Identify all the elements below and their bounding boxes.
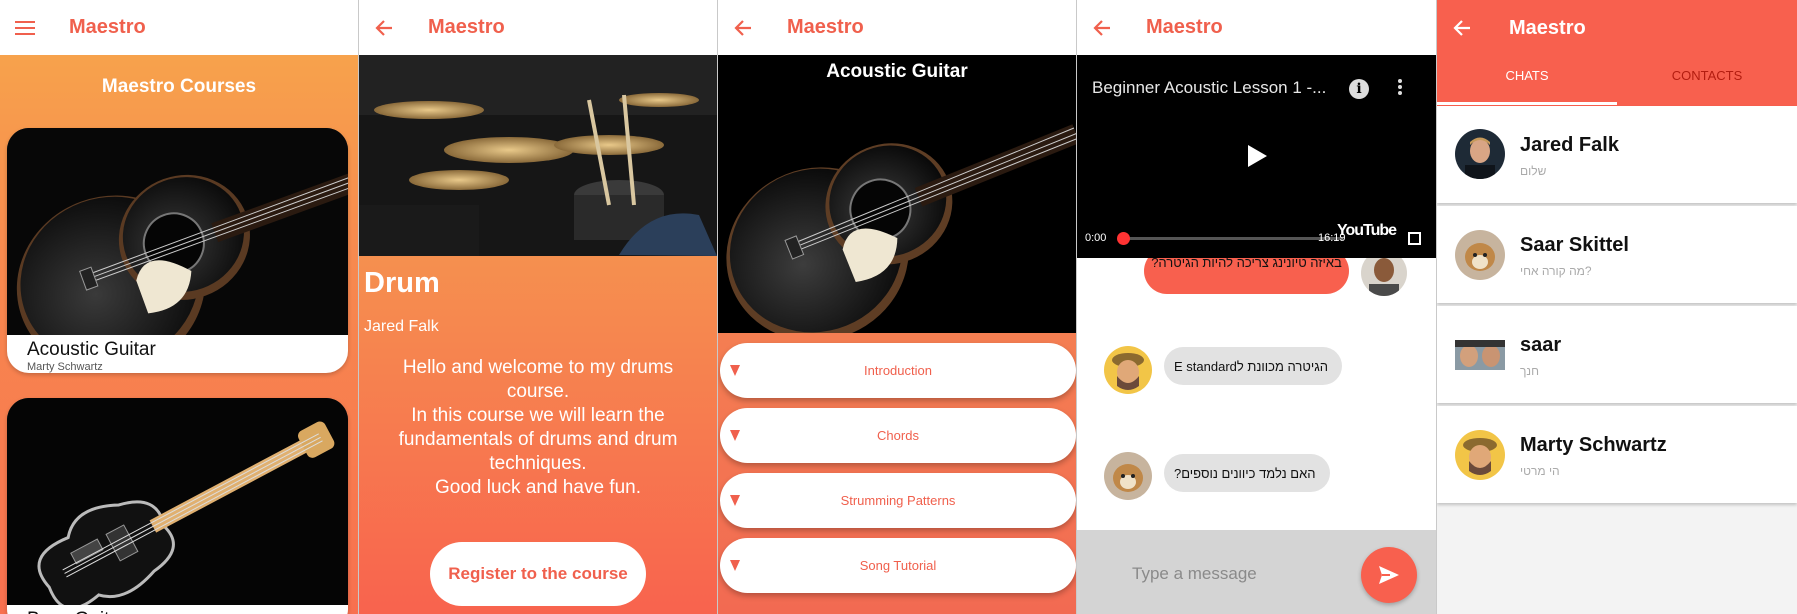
app-title: Maestro [787, 16, 864, 38]
chat-messages: באיזה טיונינג צריכה להיות הגיטרה? הגיטרה… [1077, 258, 1436, 530]
course-image: Acoustic Guitar [718, 55, 1076, 333]
play-icon[interactable] [1248, 145, 1267, 167]
course-description: Hello and welcome to my drums course. In… [398, 357, 678, 498]
contact-name: Saar Skittel [1520, 234, 1629, 256]
section-item[interactable]: Introduction [720, 343, 1076, 398]
avatar [1455, 430, 1505, 480]
back-arrow-icon[interactable] [359, 0, 409, 55]
contact-name: saar [1520, 334, 1562, 356]
app-title: Maestro [1509, 17, 1586, 39]
last-message: חנך [1520, 364, 1539, 378]
course-title: Drum [364, 267, 440, 299]
youtube-logo[interactable]: YouTube [1337, 222, 1397, 240]
section-label: Chords [877, 428, 919, 443]
chat-list-item[interactable]: saar חנך [1437, 306, 1797, 403]
menu-icon[interactable] [0, 0, 50, 55]
message-input[interactable]: Type a message [1132, 564, 1257, 584]
video-title: Beginner Acoustic Lesson 1 -... [1092, 78, 1327, 97]
chat-list-item[interactable]: Marty Schwartz הי מרטי [1437, 406, 1797, 503]
app-bar: Maestro [718, 0, 1076, 55]
back-arrow-icon[interactable] [1437, 0, 1487, 56]
app-bar: Maestro [1077, 0, 1436, 55]
info-icon[interactable]: i [1349, 79, 1369, 99]
avatar [1104, 346, 1152, 394]
section-label: Song Tutorial [859, 558, 937, 573]
send-button[interactable] [1361, 547, 1417, 603]
section-label: Strumming Patterns [840, 493, 956, 508]
section-label: Introduction [864, 363, 932, 378]
course-image [7, 128, 348, 335]
last-message: הי מרטי [1520, 464, 1560, 478]
contact-name: Jared Falk [1520, 134, 1619, 156]
message-input-bar: Type a message [1077, 530, 1436, 614]
course-detail-screen: Maestro Drum Jared Falk Hello and welcom… [359, 0, 717, 614]
back-arrow-icon[interactable] [718, 0, 768, 55]
page-title: Maestro Courses [101, 76, 257, 97]
video-current-time: 0:00 [1085, 232, 1107, 244]
message-outgoing: באיזה טיונינג צריכה להיות הגיטרה? [1144, 258, 1349, 294]
contact-name: Marty Schwartz [1520, 434, 1667, 456]
tab-chats[interactable]: CHATS [1437, 68, 1617, 83]
sections-list: Introduction Chords Strumming Patterns S… [718, 333, 1076, 614]
course-detail-body: Drum Jared Falk Hello and welcome to my … [359, 256, 717, 614]
course-name: Acoustic Guitar [27, 339, 156, 360]
back-arrow-icon[interactable] [1077, 0, 1127, 55]
expand-triangle-icon [730, 560, 740, 571]
avatar [1455, 340, 1505, 370]
section-item[interactable]: Chords [720, 408, 1076, 463]
course-title: Acoustic Guitar [826, 61, 968, 82]
app-title: Maestro [1146, 16, 1223, 38]
expand-triangle-icon [730, 495, 740, 506]
app-bar: Maestro CHATS CONTACTS [1437, 0, 1797, 106]
course-image [359, 55, 717, 256]
video-progress-bar[interactable] [1121, 237, 1343, 240]
chat-list-item[interactable]: Saar Skittel מה קורה אחי? [1437, 206, 1797, 303]
avatar [1455, 230, 1505, 280]
message-incoming: האם נלמד כיוונים נוספים? [1164, 454, 1330, 492]
chat-list: Jared Falk שלום Saar Skittel מה קורה אחי… [1437, 106, 1797, 614]
app-title: Maestro [69, 16, 146, 38]
avatar [1104, 452, 1152, 500]
section-item[interactable]: Song Tutorial [720, 538, 1076, 593]
courses-screen: Maestro Maestro Courses Acoustic Guitar … [0, 0, 358, 614]
expand-triangle-icon [730, 365, 740, 376]
video-player[interactable]: Beginner Acoustic Lesson 1 -... i 0:00 1… [1077, 55, 1436, 258]
course-card-bass-guitar[interactable]: Bass Guitar [7, 398, 348, 614]
message-incoming: הגיטרה מכוונת לE standard [1164, 347, 1342, 385]
last-message: מה קורה אחי? [1520, 264, 1592, 278]
app-bar: Maestro [359, 0, 717, 55]
course-name: Bass Guitar [7, 605, 348, 614]
send-icon [1379, 566, 1399, 584]
course-sections-screen: Maestro Acoustic Guitar Introduction Cho… [718, 0, 1076, 614]
avatar [1361, 258, 1407, 296]
chat-list-item[interactable]: Jared Falk שלום [1437, 106, 1797, 203]
tab-indicator [1437, 102, 1617, 105]
section-item[interactable]: Strumming Patterns [720, 473, 1076, 528]
course-card-acoustic-guitar[interactable]: Acoustic Guitar Marty Schwartz [7, 128, 348, 373]
fullscreen-icon[interactable] [1408, 232, 1421, 245]
course-author: Jared Falk [364, 318, 439, 335]
courses-body: Maestro Courses Acoustic Guitar Marty Sc… [0, 55, 358, 614]
app-title: Maestro [428, 16, 505, 38]
app-bar: Maestro [0, 0, 358, 55]
avatar [1455, 129, 1505, 179]
lesson-chat-screen: Maestro Beginner Acoustic Lesson 1 -... … [1077, 0, 1436, 614]
course-author: Marty Schwartz [27, 361, 103, 373]
chats-screen: Maestro CHATS CONTACTS Jared Falk שלום S… [1437, 0, 1797, 614]
more-vertical-icon[interactable] [1397, 77, 1403, 99]
register-button[interactable]: Register to the course [430, 542, 646, 606]
course-image [7, 398, 348, 605]
expand-triangle-icon [730, 430, 740, 441]
tab-contacts[interactable]: CONTACTS [1617, 68, 1797, 83]
video-scrubber[interactable] [1117, 232, 1130, 245]
last-message: שלום [1520, 164, 1547, 178]
